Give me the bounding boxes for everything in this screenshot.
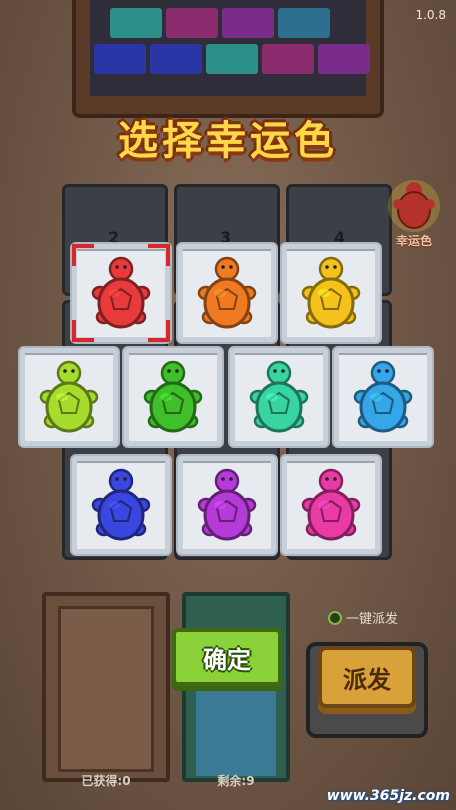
turtle-icon [197, 468, 257, 541]
selection-corner [148, 320, 170, 342]
color-tile-sky[interactable] [334, 348, 432, 446]
remaining-box-inner [196, 690, 276, 776]
turtle-icon [197, 256, 257, 329]
lucky-turtle-icon [388, 180, 440, 232]
color-tile-red[interactable] [72, 244, 170, 342]
lucky-color-label: 幸运色 [395, 234, 432, 248]
color-tile-purple[interactable] [178, 456, 276, 554]
color-tile-green[interactable] [124, 348, 222, 446]
remaining-count: 剩余:9 [217, 774, 255, 788]
color-tile-orange[interactable] [178, 244, 276, 342]
turtle-icon [39, 360, 99, 433]
auto-dispatch-label: 一键派发 [346, 612, 399, 627]
turtle-icon [91, 256, 151, 329]
color-tile-lime[interactable] [20, 348, 118, 446]
cabinet-door [58, 606, 154, 772]
auto-dispatch-toggle[interactable]: 一键派发 [328, 608, 398, 627]
confirm-button[interactable]: 确定 [172, 628, 282, 686]
shelf-packs [90, 0, 370, 96]
turtle-icon [301, 468, 361, 541]
turtle-icon [353, 360, 413, 433]
selection-corner [72, 244, 94, 266]
color-tile-blue[interactable] [72, 456, 170, 554]
version-label: 1.0.8 [415, 8, 446, 22]
selection-corner [72, 320, 94, 342]
obtained-count: 已获得:0 [81, 774, 131, 788]
turtle-icon [301, 256, 361, 329]
turtle-icon [249, 360, 309, 433]
toggle-icon [328, 610, 342, 625]
turtle-icon [91, 468, 151, 541]
color-tile-pink[interactable] [282, 456, 380, 554]
watermark: www.365jz.com [326, 788, 450, 804]
dispatch-button[interactable]: 派发 [318, 646, 416, 708]
color-tile-yellow[interactable] [282, 244, 380, 342]
selection-corner [148, 244, 170, 266]
page-title: 选择幸运色 [118, 118, 338, 164]
color-tile-teal[interactable] [230, 348, 328, 446]
turtle-icon [143, 360, 203, 433]
